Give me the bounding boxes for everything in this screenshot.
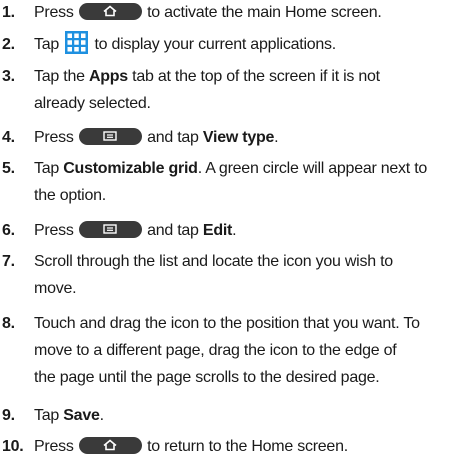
step-3: 3. Tap the Apps tab at the top of the sc… xyxy=(0,63,473,117)
home-key-icon xyxy=(78,436,142,454)
step-number: 10. xyxy=(2,438,24,455)
step-number: 5. xyxy=(2,160,15,177)
step-text: Tap the Apps tab at the top of the scree… xyxy=(34,68,380,112)
step-5: 5. Tap Customizable grid. A green circle… xyxy=(0,155,473,209)
step-number: 6. xyxy=(2,222,15,239)
menu-key-icon xyxy=(78,220,142,238)
step-number: 3. xyxy=(2,68,15,85)
step-text: Tap Customizable grid. A green circle wi… xyxy=(34,160,428,204)
step-4: 4. Press and tap View type. xyxy=(0,124,473,151)
step-number: 8. xyxy=(2,315,15,332)
step-10: 10. Press to return to the Home screen. xyxy=(0,433,473,460)
step-text: Touch and drag the icon to the position … xyxy=(34,315,420,386)
step-1: 1. Press to activate the main Home scree… xyxy=(0,0,473,26)
step-text: Press to activate the main Home screen. xyxy=(34,2,382,21)
step-number: 2. xyxy=(2,36,15,53)
step-9: 9. Tap Save. xyxy=(0,402,473,429)
step-text: Scroll through the list and locate the i… xyxy=(34,253,393,297)
step-text: Tap to display your current applications… xyxy=(34,31,473,58)
step-number: 1. xyxy=(2,4,15,21)
step-number: 9. xyxy=(2,407,15,424)
instruction-steps: 1. Press to activate the main Home scree… xyxy=(0,0,473,460)
step-6: 6. Press and tap Edit. xyxy=(0,217,473,244)
step-2: 2. Tap to display your current applicati… xyxy=(0,31,473,58)
step-text: Press and tap Edit. xyxy=(34,220,237,239)
home-key-icon xyxy=(78,2,142,20)
step-7: 7. Scroll through the list and locate th… xyxy=(0,248,473,302)
step-text: Press to return to the Home screen. xyxy=(34,436,348,455)
step-8: 8. Touch and drag the icon to the positi… xyxy=(0,310,473,391)
step-text: Tap Save. xyxy=(34,407,104,424)
menu-key-icon xyxy=(78,127,142,145)
step-number: 4. xyxy=(2,129,15,146)
apps-grid-icon xyxy=(65,31,89,55)
step-number: 7. xyxy=(2,253,15,270)
step-text: Press and tap View type. xyxy=(34,127,279,146)
